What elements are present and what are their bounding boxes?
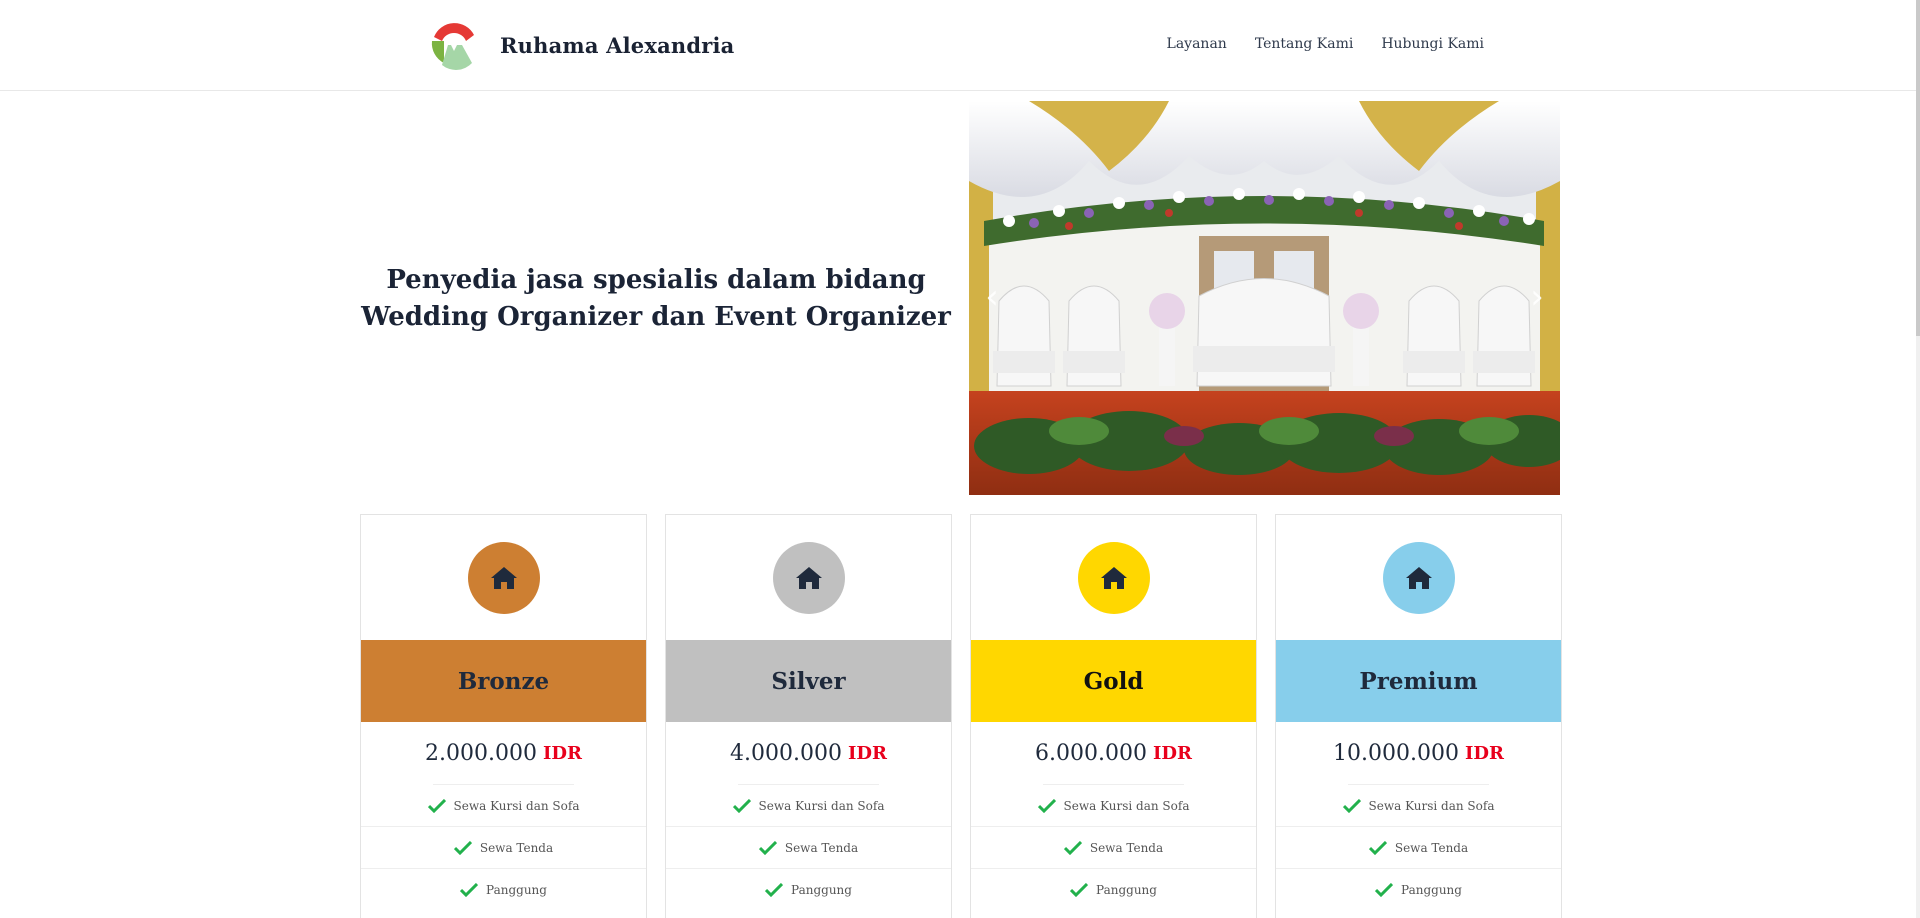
brand[interactable]: Ruhama Alexandria <box>428 19 735 71</box>
brand-logo-icon <box>430 21 478 70</box>
chevron-right-icon: › <box>1530 277 1544 317</box>
nav-link-layanan[interactable]: Layanan <box>1167 36 1227 52</box>
check-icon <box>453 840 472 855</box>
price-value: 4.000.000 <box>730 740 842 766</box>
feature-label: Sewa Kursi dan Sofa <box>1063 798 1190 813</box>
feature-item: Sewa Tenda <box>361 827 646 869</box>
check-icon <box>1070 883 1089 897</box>
feature-list: Sewa Kursi dan Sofa Sewa Tenda Panggung <box>361 785 646 911</box>
feature-label: Sewa Kursi dan Sofa <box>453 798 580 813</box>
carousel-prev-button[interactable]: ‹ <box>979 277 1005 317</box>
pricing-card-gold: Gold 6.000.000 IDR Sewa Kursi dan Sofa S… <box>970 514 1257 918</box>
price-value: 10.000.000 <box>1333 740 1459 766</box>
hero-headline: Penyedia jasa spesialis dalam bidang Wed… <box>361 265 951 332</box>
feature-list: Sewa Kursi dan Sofa Sewa Tenda Panggung <box>666 785 951 911</box>
icon-circle <box>1077 541 1150 614</box>
feature-label: Panggung <box>1096 883 1157 897</box>
feature-item: Sewa Kursi dan Sofa <box>666 785 951 827</box>
plan-price: 6.000.000 IDR <box>1035 722 1192 785</box>
home-icon <box>1100 566 1127 589</box>
check-icon <box>1368 840 1387 855</box>
feature-item: Panggung <box>361 869 646 911</box>
feature-label: Sewa Kursi dan Sofa <box>1368 798 1495 813</box>
check-icon <box>1063 840 1082 855</box>
feature-list: Sewa Kursi dan Sofa Sewa Tenda Panggung <box>971 785 1256 911</box>
nav-link-hubungi-kami[interactable]: Hubungi Kami <box>1381 36 1484 52</box>
feature-item: Panggung <box>666 869 951 911</box>
navbar: Ruhama Alexandria Layanan Tentang Kami H… <box>0 0 1916 91</box>
hero-carousel[interactable]: ‹ › <box>969 101 1560 495</box>
check-icon <box>732 798 751 813</box>
check-icon <box>758 840 777 855</box>
nav-link-tentang-kami[interactable]: Tentang Kami <box>1255 36 1354 52</box>
feature-item: Sewa Kursi dan Sofa <box>361 785 646 827</box>
feature-item: Panggung <box>1276 869 1561 911</box>
pricing-card-bronze: Bronze 2.000.000 IDR Sewa Kursi dan Sofa… <box>360 514 647 918</box>
feature-item: Panggung <box>971 869 1256 911</box>
plan-name: Premium <box>1276 640 1561 722</box>
pricing-section: Bronze 2.000.000 IDR Sewa Kursi dan Sofa… <box>360 514 1562 918</box>
feature-label: Panggung <box>486 883 547 897</box>
feature-label: Panggung <box>791 883 852 897</box>
plan-name: Silver <box>666 640 951 722</box>
feature-label: Sewa Kursi dan Sofa <box>758 798 885 813</box>
icon-circle <box>467 541 540 614</box>
check-icon <box>1037 798 1056 813</box>
icon-circle <box>1382 541 1455 614</box>
page-scrollbar[interactable] <box>1916 0 1920 918</box>
plan-price: 4.000.000 IDR <box>730 722 887 785</box>
brand-name: Ruhama Alexandria <box>500 32 735 58</box>
feature-item: Sewa Kursi dan Sofa <box>1276 785 1561 827</box>
price-currency: IDR <box>1464 742 1504 764</box>
home-icon <box>1405 566 1432 589</box>
feature-label: Sewa Tenda <box>479 840 554 855</box>
feature-label: Sewa Tenda <box>1394 840 1469 855</box>
feature-label: Panggung <box>1401 883 1462 897</box>
carousel-image <box>969 101 1560 495</box>
check-icon <box>1342 798 1361 813</box>
feature-item: Sewa Kursi dan Sofa <box>971 785 1256 827</box>
card-icon-area <box>361 515 646 640</box>
card-icon-area <box>666 515 951 640</box>
plan-name: Gold <box>971 640 1256 722</box>
scrollbar-thumb[interactable] <box>1916 0 1920 336</box>
main-nav: Layanan Tentang Kami Hubungi Kami <box>1167 36 1484 52</box>
feature-label: Sewa Tenda <box>1089 840 1164 855</box>
feature-item: Sewa Tenda <box>666 827 951 869</box>
home-icon <box>795 566 822 589</box>
feature-item: Sewa Tenda <box>1276 827 1561 869</box>
check-icon <box>460 883 479 897</box>
check-icon <box>765 883 784 897</box>
chevron-left-icon: ‹ <box>985 277 999 317</box>
carousel-next-button[interactable]: › <box>1524 277 1550 317</box>
price-currency: IDR <box>1152 742 1192 764</box>
feature-list: Sewa Kursi dan Sofa Sewa Tenda Panggung <box>1276 785 1561 911</box>
price-currency: IDR <box>847 742 887 764</box>
check-icon <box>1375 883 1394 897</box>
pricing-card-premium: Premium 10.000.000 IDR Sewa Kursi dan So… <box>1275 514 1562 918</box>
card-icon-area <box>971 515 1256 640</box>
price-value: 6.000.000 <box>1035 740 1147 766</box>
icon-circle <box>772 541 845 614</box>
feature-label: Sewa Tenda <box>784 840 859 855</box>
check-icon <box>427 798 446 813</box>
plan-price: 2.000.000 IDR <box>425 722 582 785</box>
price-currency: IDR <box>542 742 582 764</box>
price-value: 2.000.000 <box>425 740 537 766</box>
card-icon-area <box>1276 515 1561 640</box>
plan-name: Bronze <box>361 640 646 722</box>
home-icon <box>490 566 517 589</box>
feature-item: Sewa Tenda <box>971 827 1256 869</box>
pricing-card-silver: Silver 4.000.000 IDR Sewa Kursi dan Sofa… <box>665 514 952 918</box>
plan-price: 10.000.000 IDR <box>1333 722 1504 785</box>
